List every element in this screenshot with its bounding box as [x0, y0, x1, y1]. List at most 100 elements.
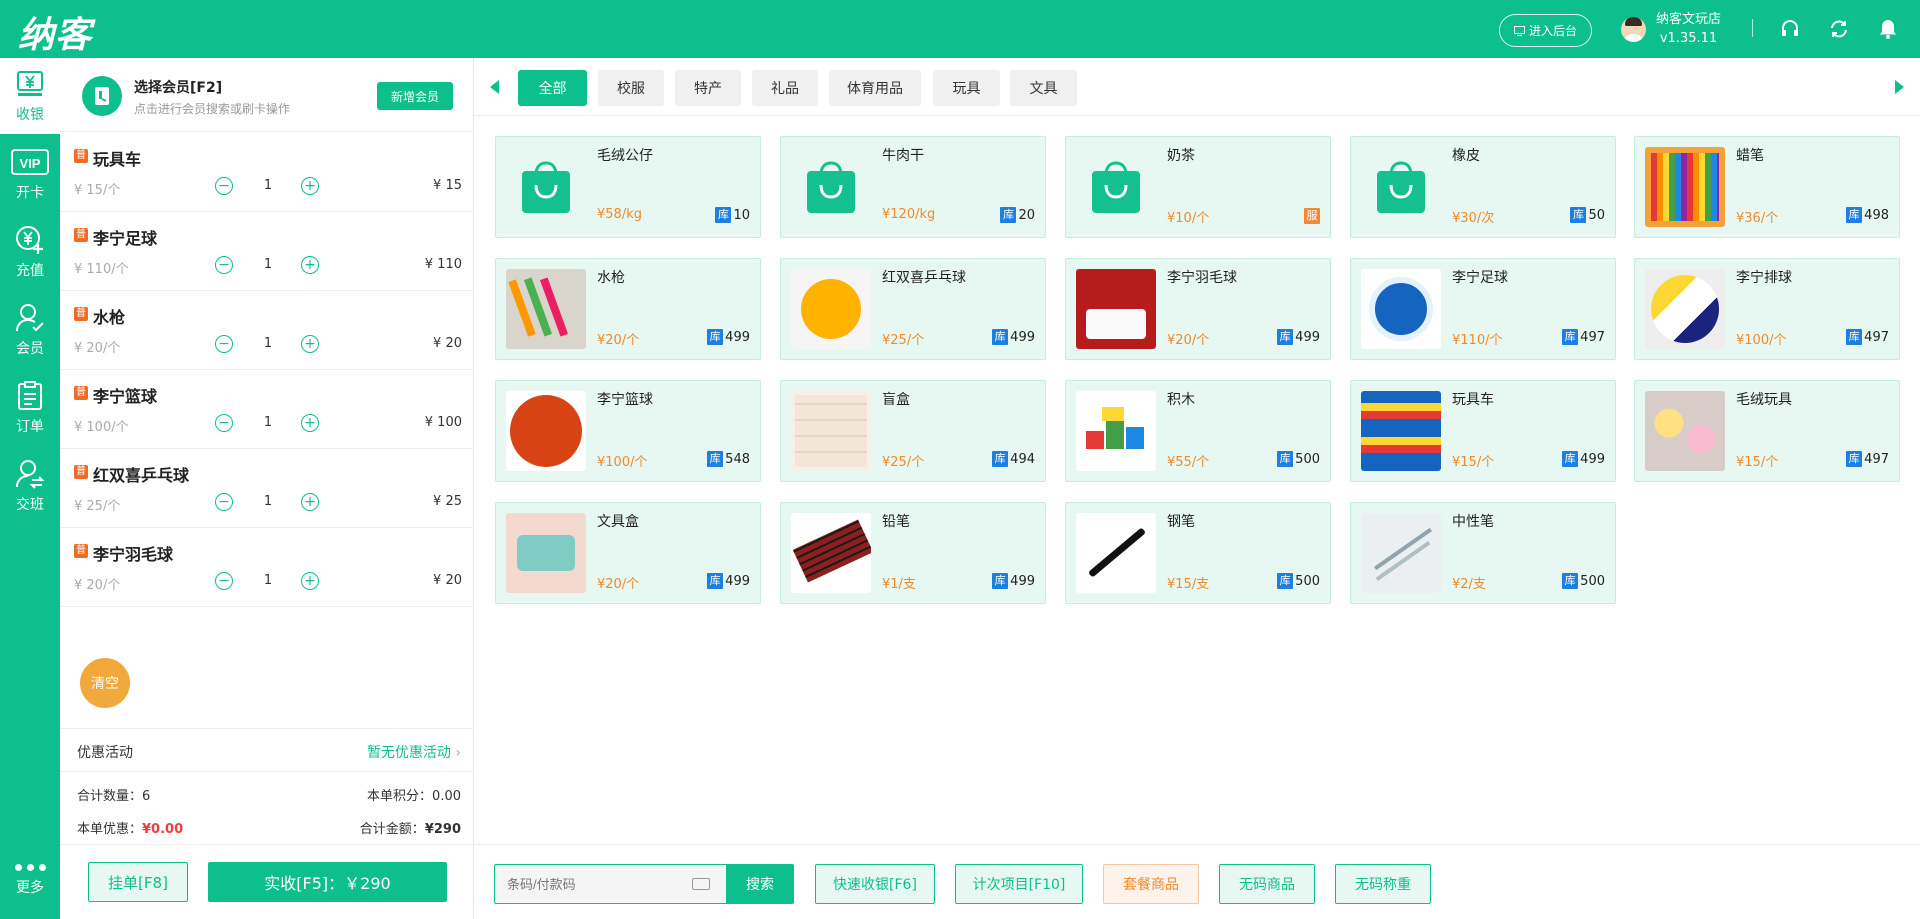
plus-icon[interactable]: +: [301, 177, 319, 195]
product-card[interactable]: 水枪 ¥20/个 库 499: [495, 258, 761, 360]
product-card[interactable]: 盲盒 ¥25/个 库 494: [780, 380, 1046, 482]
total-qty: 合计数量：6: [77, 785, 150, 804]
bag-icon: [791, 147, 871, 227]
bell-icon[interactable]: [1877, 18, 1899, 40]
product-card[interactable]: 牛肉干 ¥120/kg 库 20: [780, 136, 1046, 238]
cart-item[interactable]: 普 李宁足球 ¥ 110/个 − 1 + ¥ 110: [60, 212, 474, 291]
volleyball-photo: [1645, 269, 1725, 349]
product-card[interactable]: 玩具车 ¥15/个 库 499: [1350, 380, 1616, 482]
tab-toys[interactable]: 玩具: [933, 70, 1000, 106]
product-card[interactable]: 毛绒公仔 ¥58/kg 库 10: [495, 136, 761, 238]
plus-icon[interactable]: +: [301, 493, 319, 511]
count-items-button[interactable]: 计次项目[F10]: [955, 864, 1083, 904]
cart-item[interactable]: 普 水枪 ¥ 20/个 − 1 + ¥ 20: [60, 291, 474, 370]
bag-icon: [1361, 147, 1441, 227]
stock-badge: 库: [707, 329, 724, 345]
chevron-left-icon[interactable]: [490, 80, 499, 94]
cart-item-qty[interactable]: 1: [258, 257, 278, 272]
plus-icon[interactable]: +: [301, 335, 319, 353]
nav-order[interactable]: 订单: [0, 370, 60, 446]
tab-specialty[interactable]: 特产: [675, 70, 741, 106]
product-card[interactable]: 奶茶 ¥10/个 服: [1065, 136, 1331, 238]
cart-item-qty[interactable]: 1: [258, 573, 278, 588]
cart-item-qty[interactable]: 1: [258, 415, 278, 430]
hold-order-button[interactable]: 挂单[F8]: [88, 862, 188, 902]
product-card[interactable]: 李宁羽毛球 ¥20/个 库 499: [1065, 258, 1331, 360]
pay-button[interactable]: 实收[F5]：￥290: [208, 862, 447, 902]
points: 本单积分：0.00: [367, 785, 461, 804]
cart-item-qty[interactable]: 1: [258, 178, 278, 193]
product-name: 玩具车: [1452, 392, 1494, 408]
product-card[interactable]: 橡皮 ¥30/次 库 50: [1350, 136, 1616, 238]
plus-icon[interactable]: +: [301, 572, 319, 590]
add-member-button[interactable]: 新增会员: [377, 82, 453, 110]
product-stock: 库 499: [992, 329, 1035, 345]
cart-item-qty[interactable]: 1: [258, 336, 278, 351]
cart-item[interactable]: 普 红双喜乒乓球 ¥ 25/个 − 1 + ¥ 25: [60, 449, 474, 528]
tab-stationery[interactable]: 文具: [1010, 70, 1077, 106]
minus-icon[interactable]: −: [215, 335, 233, 353]
monitor-icon: [1513, 25, 1525, 36]
package-goods-button[interactable]: 套餐商品: [1103, 864, 1199, 904]
shop-name: 纳客文玩店: [1656, 12, 1722, 27]
avatar[interactable]: [1621, 17, 1646, 42]
product-card[interactable]: 李宁排球 ¥100/个 库 497: [1634, 258, 1900, 360]
member-tag-badge: 普: [74, 386, 88, 400]
plus-icon[interactable]: +: [301, 256, 319, 274]
minus-icon[interactable]: −: [215, 256, 233, 274]
discount-value: ¥0.00: [142, 822, 184, 837]
nav-member[interactable]: 会员: [0, 292, 60, 368]
quick-checkout-button[interactable]: 快速收银[F6]: [815, 864, 935, 904]
admin-backend-button[interactable]: 进入后台: [1499, 14, 1592, 47]
product-price: ¥25/个: [882, 333, 925, 348]
nav-recharge[interactable]: 充值: [0, 214, 60, 290]
stock-badge: 库: [1277, 451, 1294, 467]
cart-item[interactable]: 普 玩具车 ¥ 15/个 − 1 + ¥ 15: [60, 133, 474, 212]
product-card[interactable]: 李宁足球 ¥110/个 库 497: [1350, 258, 1616, 360]
promo-row[interactable]: 优惠活动 暂无优惠活动 ›: [60, 728, 474, 772]
minus-icon[interactable]: −: [215, 572, 233, 590]
product-card[interactable]: 铅笔 ¥1/支 库 499: [780, 502, 1046, 604]
minus-icon[interactable]: −: [215, 177, 233, 195]
product-name: 李宁排球: [1736, 270, 1792, 286]
cart-item[interactable]: 普 李宁羽毛球 ¥ 20/个 − 1 + ¥ 20: [60, 528, 474, 607]
cart-item-total: ¥ 25: [433, 494, 462, 509]
product-card[interactable]: 毛绒玩具 ¥15/个 库 497: [1634, 380, 1900, 482]
cart-item[interactable]: 普 李宁篮球 ¥ 100/个 − 1 + ¥ 100: [60, 370, 474, 449]
product-card[interactable]: 李宁篮球 ¥100/个 库 548: [495, 380, 761, 482]
product-card[interactable]: 蜡笔 ¥36/个 库 498: [1634, 136, 1900, 238]
search-button[interactable]: 搜索: [726, 864, 794, 904]
cart-item-unit-price: ¥ 110/个: [74, 262, 129, 277]
no-barcode-weigh-button[interactable]: 无码称重: [1335, 864, 1431, 904]
stock-badge: 库: [1562, 451, 1579, 467]
tab-all[interactable]: 全部: [518, 70, 587, 106]
sync-icon[interactable]: [1828, 18, 1850, 40]
no-barcode-goods-button[interactable]: 无码商品: [1219, 864, 1315, 904]
cart-item-unit-price: ¥ 100/个: [74, 420, 129, 435]
nav-open-card[interactable]: VIP 开卡: [0, 136, 60, 212]
product-card[interactable]: 钢笔 ¥15/支 库 500: [1065, 502, 1331, 604]
tab-uniform[interactable]: 校服: [598, 70, 664, 106]
headset-icon[interactable]: [1779, 18, 1801, 40]
nav-more[interactable]: 更多: [0, 841, 60, 919]
member-select[interactable]: 选择会员[F2] 点击进行会员搜索或刷卡操作 新增会员: [60, 58, 474, 132]
nav-shift[interactable]: 交班: [0, 448, 60, 524]
product-card[interactable]: 中性笔 ¥2/支 库 500: [1350, 502, 1616, 604]
plus-icon[interactable]: +: [301, 414, 319, 432]
cart-item-qty[interactable]: 1: [258, 494, 278, 509]
keyboard-icon[interactable]: [692, 878, 710, 890]
minus-icon[interactable]: −: [215, 493, 233, 511]
chevron-right-icon[interactable]: [1895, 80, 1904, 94]
barcode-input[interactable]: [495, 865, 685, 903]
minus-icon[interactable]: −: [215, 414, 233, 432]
clear-cart-button[interactable]: 清空: [80, 658, 130, 708]
product-card[interactable]: 文具盒 ¥20/个 库 499: [495, 502, 761, 604]
nav-cashier[interactable]: 收银: [0, 58, 60, 134]
product-name: 毛绒玩具: [1736, 392, 1792, 408]
promo-value[interactable]: 暂无优惠活动 ›: [367, 742, 461, 762]
tab-sports[interactable]: 体育用品: [829, 70, 921, 106]
tab-gifts[interactable]: 礼品: [752, 70, 818, 106]
product-card[interactable]: 积木 ¥55/个 库 500: [1065, 380, 1331, 482]
recharge-icon: [16, 226, 43, 254]
product-card[interactable]: 红双喜乒乓球 ¥25/个 库 499: [780, 258, 1046, 360]
